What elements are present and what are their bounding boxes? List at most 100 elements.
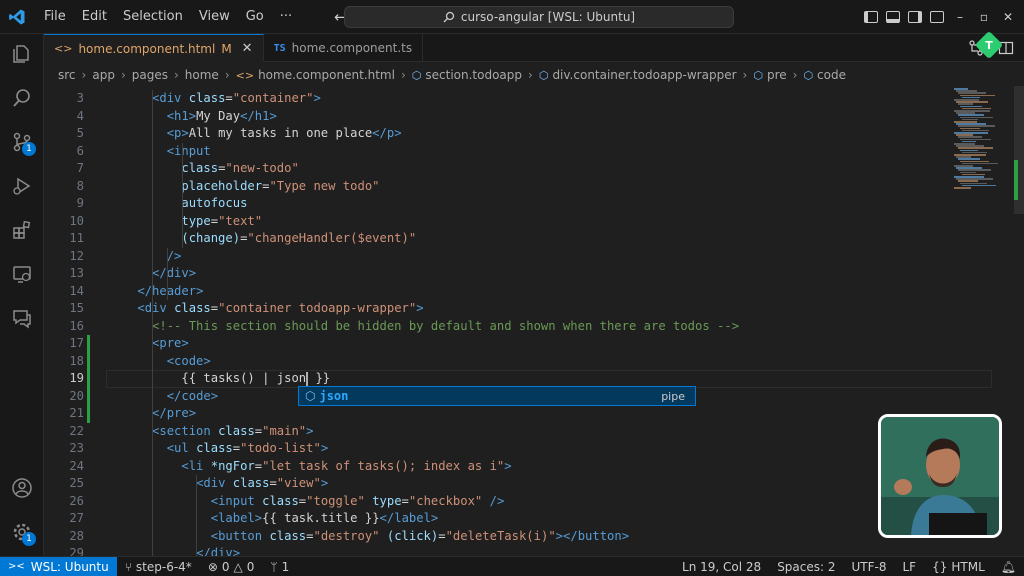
git-branch-icon: ⑂ bbox=[124, 559, 132, 574]
code-line[interactable]: 3 <div class="container"> bbox=[44, 90, 944, 108]
tab-label: home.component.html bbox=[78, 41, 216, 56]
tab-home-component-html[interactable]: <> home.component.html M ✕ bbox=[44, 34, 264, 62]
code-text: <pre> bbox=[152, 336, 189, 350]
breadcrumb-item[interactable]: home bbox=[185, 68, 219, 82]
code-text: placeholder="Type new todo" bbox=[181, 178, 380, 193]
minimize-icon[interactable]: – bbox=[952, 10, 968, 24]
extensions-icon[interactable] bbox=[0, 210, 44, 250]
menu-go[interactable]: Go bbox=[238, 9, 272, 24]
maximize-icon[interactable]: ▫ bbox=[976, 10, 992, 24]
html-file-icon: <> bbox=[235, 68, 255, 82]
breadcrumb-item[interactable]: home.component.html bbox=[258, 68, 395, 82]
code-text: </div> bbox=[196, 546, 241, 556]
menu-file[interactable]: File bbox=[36, 9, 74, 24]
code-line[interactable]: 29 </div> bbox=[44, 545, 944, 556]
explorer-icon[interactable] bbox=[0, 34, 44, 74]
breadcrumb-item[interactable]: pre bbox=[767, 68, 787, 82]
breadcrumb-item[interactable]: src bbox=[58, 68, 76, 82]
search-view-icon[interactable] bbox=[0, 78, 44, 118]
comments-icon[interactable] bbox=[0, 298, 44, 338]
remote-icon: >< bbox=[8, 561, 25, 572]
code-line[interactable]: 4 <h1>My Day</h1> bbox=[44, 108, 944, 126]
search-icon bbox=[443, 11, 455, 23]
toggle-secondary-sidebar-icon[interactable] bbox=[908, 11, 922, 23]
ports-indicator[interactable]: ᛘ 1 bbox=[262, 560, 297, 574]
code-line[interactable]: 11 (change)="changeHandler($event)" bbox=[44, 230, 944, 248]
breadcrumb-item[interactable]: code bbox=[817, 68, 846, 82]
cursor-position[interactable]: Ln 19, Col 28 bbox=[674, 560, 769, 574]
code-line[interactable]: 8 placeholder="Type new todo" bbox=[44, 178, 944, 196]
encoding[interactable]: UTF-8 bbox=[844, 560, 895, 574]
code-text: <!-- This section should be hidden by de… bbox=[152, 318, 740, 333]
customize-layout-icon[interactable] bbox=[930, 11, 944, 23]
toggle-panel-icon[interactable] bbox=[886, 11, 900, 23]
close-window-icon[interactable]: ✕ bbox=[1000, 10, 1016, 24]
notifications-bell-icon[interactable]: 🔔︎ bbox=[993, 560, 1024, 574]
line-number: 3 bbox=[76, 91, 84, 105]
code-line[interactable]: 23 <ul class="todo-list"> bbox=[44, 440, 944, 458]
code-line[interactable]: 9 autofocus bbox=[44, 195, 944, 213]
code-line[interactable]: 26 <input class="toggle" type="checkbox"… bbox=[44, 493, 944, 511]
menu-selection[interactable]: Selection bbox=[115, 9, 191, 24]
remote-label: WSL: Ubuntu bbox=[30, 559, 109, 574]
code-line[interactable]: 19 {{ tasks() | json }} bbox=[44, 370, 944, 388]
suggestion-widget[interactable]: ⬡ json pipe bbox=[298, 386, 696, 406]
source-control-icon[interactable]: 1 bbox=[0, 122, 44, 162]
run-debug-icon[interactable] bbox=[0, 166, 44, 206]
indentation[interactable]: Spaces: 2 bbox=[769, 560, 843, 574]
code-line[interactable]: 28 <button class="destroy" (click)="dele… bbox=[44, 528, 944, 546]
vertical-scrollbar[interactable] bbox=[1014, 86, 1024, 556]
code-line[interactable]: 13 </div> bbox=[44, 265, 944, 283]
vscode-logo-icon[interactable] bbox=[2, 0, 32, 34]
code-line[interactable]: 24 <li *ngFor="let task of tasks(); inde… bbox=[44, 458, 944, 476]
code-text: <label>{{ task.title }}</label> bbox=[210, 511, 439, 525]
language-mode[interactable]: {} HTML bbox=[924, 560, 993, 574]
line-number: 22 bbox=[69, 423, 84, 438]
code-text: <input class="toggle" type="checkbox" /> bbox=[210, 493, 505, 508]
code-editor[interactable]: 3 <div class="container"> 4 <h1>My Day</h… bbox=[44, 88, 1014, 556]
end-of-line[interactable]: LF bbox=[894, 560, 924, 574]
settings-gear-icon[interactable]: 1 bbox=[0, 512, 44, 552]
code-line[interactable]: 17 <pre> bbox=[44, 335, 944, 353]
code-line[interactable]: 21 </pre> bbox=[44, 405, 944, 423]
problems-indicator[interactable]: ⊗ 0 △ 0 bbox=[200, 560, 263, 574]
code-line[interactable]: 6 <input bbox=[44, 143, 944, 161]
remote-explorer-icon[interactable] bbox=[0, 254, 44, 294]
line-number: 25 bbox=[69, 476, 84, 490]
breadcrumb-item[interactable]: section.todoapp bbox=[425, 68, 522, 82]
menu-edit[interactable]: Edit bbox=[74, 9, 115, 24]
code-line[interactable]: 5 <p>All my tasks in one place</p> bbox=[44, 125, 944, 143]
command-center[interactable]: curso-angular [WSL: Ubuntu] bbox=[344, 6, 734, 28]
branch-indicator[interactable]: ⑂ step-6-4* bbox=[117, 560, 200, 574]
code-line[interactable]: 25 <div class="view"> bbox=[44, 475, 944, 493]
breadcrumb-item[interactable]: pages bbox=[132, 68, 168, 82]
code-line[interactable]: 15 <div class="container todoapp-wrapper… bbox=[44, 300, 944, 318]
menu-bar: File Edit Selection View Go ··· bbox=[36, 9, 300, 24]
cube-icon: ⬡ bbox=[305, 389, 316, 403]
code-text: <section class="main"> bbox=[152, 423, 314, 438]
toggle-primary-sidebar-icon[interactable] bbox=[864, 11, 878, 23]
code-line[interactable]: 10 type="text" bbox=[44, 213, 944, 231]
presenter-video bbox=[881, 417, 999, 535]
code-line[interactable]: 18 <code> bbox=[44, 353, 944, 371]
menu-view[interactable]: View bbox=[191, 9, 238, 24]
remote-indicator[interactable]: >< WSL: Ubuntu bbox=[0, 556, 117, 576]
code-line[interactable]: 14 </header> bbox=[44, 283, 944, 301]
code-line[interactable]: 7 class="new-todo" bbox=[44, 160, 944, 178]
accounts-icon[interactable] bbox=[0, 468, 44, 508]
breadcrumb-item[interactable]: app bbox=[92, 68, 115, 82]
breadcrumb-item[interactable]: div.container.todoapp-wrapper bbox=[552, 68, 736, 82]
code-line[interactable]: 16 <!-- This section should be hidden by… bbox=[44, 318, 944, 336]
line-number: 29 bbox=[69, 546, 84, 556]
code-text: <div class="container"> bbox=[152, 91, 321, 105]
warning-icon: △ bbox=[233, 559, 243, 574]
menu-more[interactable]: ··· bbox=[272, 9, 300, 24]
tab-home-component-ts[interactable]: TS home.component.ts bbox=[264, 34, 424, 62]
code-line[interactable]: 12 /> bbox=[44, 248, 944, 266]
code-line[interactable]: 27 <label>{{ task.title }}</label> bbox=[44, 510, 944, 528]
element-icon: ⬡ bbox=[411, 68, 422, 82]
minimap[interactable] bbox=[950, 86, 1014, 286]
line-number: 10 bbox=[69, 213, 84, 228]
code-line[interactable]: 22 <section class="main"> bbox=[44, 423, 944, 441]
close-tab-icon[interactable]: ✕ bbox=[242, 41, 253, 56]
